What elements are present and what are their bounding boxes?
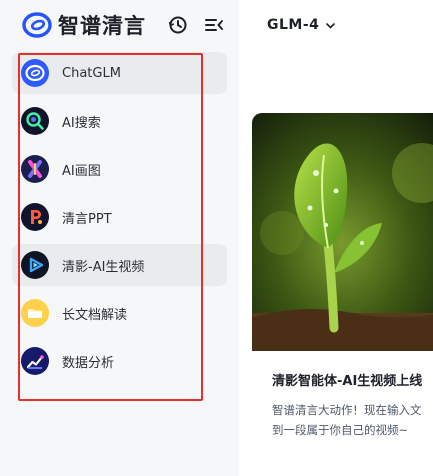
model-selector-value: GLM-4 xyxy=(267,17,320,33)
sidebar-item-label: 数据分析 xyxy=(62,355,115,371)
feature-card[interactable]: 清影智能体-AI生视频上线 智谱清言大动作！现在输入文 到一段属于你自己的视频~ xyxy=(252,113,433,453)
sidebar-item-data-analysis[interactable]: 数据分析 xyxy=(12,340,227,382)
brand[interactable]: 智谱清言 xyxy=(22,10,146,40)
card-image-sprout xyxy=(252,113,433,351)
brand-name: 智谱清言 xyxy=(58,14,146,38)
ai-search-icon xyxy=(21,107,49,135)
ai-drawing-icon xyxy=(21,155,49,183)
card-desc-line: 智谱清言大动作！现在输入文 xyxy=(272,403,422,417)
zhipu-logo-icon xyxy=(22,12,52,38)
sidebar-item-label: AI搜索 xyxy=(62,115,101,131)
chatglm-icon xyxy=(21,59,49,87)
data-analysis-icon xyxy=(21,347,49,375)
card-desc-line: 到一段属于你自己的视频~ xyxy=(272,423,409,437)
sidebar-item-label: 清影-AI生视频 xyxy=(62,259,145,275)
sidebar-item-label: 长文档解读 xyxy=(62,307,128,323)
sidebar-item-video[interactable]: 清影-AI生视频 xyxy=(12,244,227,286)
main-panel: GLM-4 清影智能体-AI生视频上线 智谱清言大动作！现在输入文 到一段属于你… xyxy=(239,0,433,476)
document-icon xyxy=(21,299,49,327)
sidebar-item-chatglm[interactable]: ChatGLM xyxy=(12,52,227,94)
sidebar-item-ai-drawing[interactable]: AI画图 xyxy=(12,148,227,190)
sidebar-item-label: AI画图 xyxy=(62,163,101,179)
sidebar-item-ai-search[interactable]: AI搜索 xyxy=(12,100,227,142)
card-title: 清影智能体-AI生视频上线 xyxy=(272,374,423,389)
sidebar: 智谱清言 ChatGLM AI搜索 AI画图 清言PPT 清影-AI生视频 长文… xyxy=(0,0,239,476)
chevron-down-icon xyxy=(326,22,336,29)
sidebar-item-ppt[interactable]: 清言PPT xyxy=(12,196,227,238)
model-selector[interactable]: GLM-4 xyxy=(267,17,336,33)
history-icon[interactable] xyxy=(167,14,189,36)
sidebar-item-label: ChatGLM xyxy=(62,65,121,81)
sidebar-item-label: 清言PPT xyxy=(62,211,112,227)
collapse-sidebar-icon[interactable] xyxy=(203,14,225,36)
sidebar-item-document[interactable]: 长文档解读 xyxy=(12,292,227,334)
video-icon xyxy=(21,251,49,279)
card-description: 智谱清言大动作！现在输入文 到一段属于你自己的视频~ xyxy=(272,400,433,440)
ppt-icon xyxy=(21,203,49,231)
sidebar-nav: ChatGLM AI搜索 AI画图 清言PPT 清影-AI生视频 长文档解读 数… xyxy=(12,52,227,388)
